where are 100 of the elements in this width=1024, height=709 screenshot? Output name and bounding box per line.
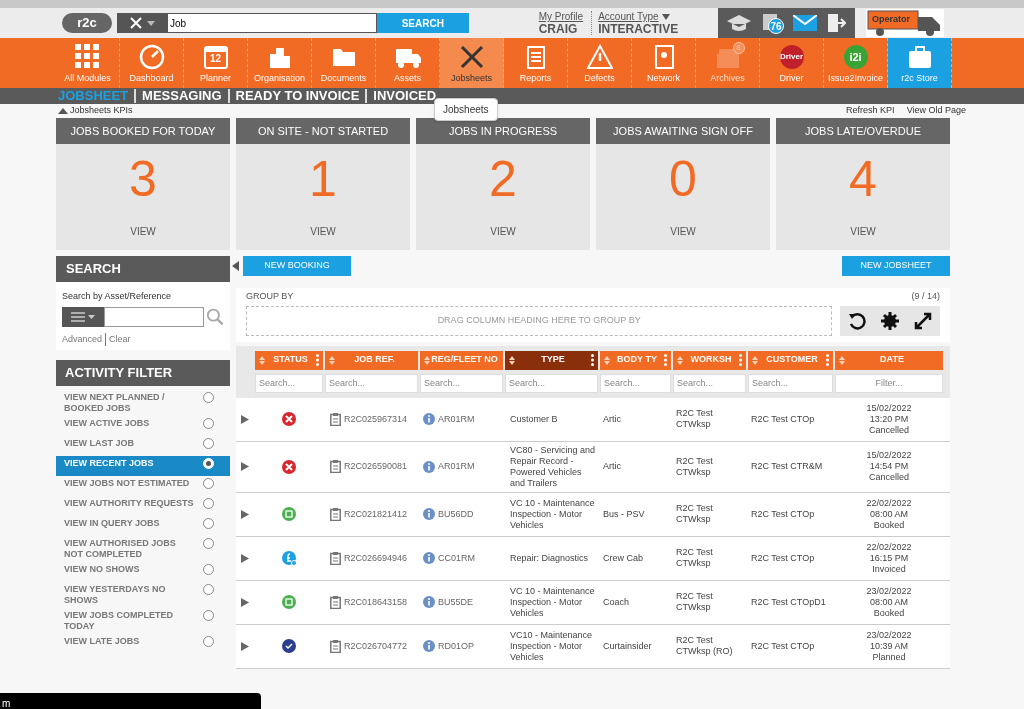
module-button[interactable]: r2c Store [888, 38, 952, 88]
filter-option[interactable]: VIEW JOBS NOT ESTIMATED [56, 476, 230, 496]
filter-option[interactable]: VIEW YESTERDAYS NO SHOWS [56, 582, 230, 608]
operator-button[interactable]: Operator [866, 9, 944, 37]
account-type-link[interactable]: Account Type [598, 11, 659, 23]
filter-option[interactable]: VIEW RECENT JOBS [56, 456, 230, 476]
module-button[interactable]: Jobsheets [440, 38, 504, 88]
column-header[interactable]: BODY TY [600, 350, 671, 370]
column-header[interactable]: CUSTOMER [748, 350, 833, 370]
clipboard-icon[interactable] [330, 551, 341, 565]
profile-link[interactable]: My Profile [538, 11, 584, 23]
logout-icon[interactable] [826, 13, 847, 33]
filter-field[interactable]: Search... [255, 373, 323, 393]
tab[interactable]: READY TO INVOICE [227, 89, 360, 103]
column-header[interactable]: REG/FLEET NO [420, 350, 503, 370]
search-icon[interactable] [205, 306, 224, 327]
filter-option[interactable]: VIEW LATE JOBS [56, 634, 230, 654]
expand-icon[interactable] [914, 311, 933, 330]
info-icon[interactable] [423, 508, 435, 520]
view-link[interactable]: VIEW [310, 224, 336, 239]
radio-button[interactable] [203, 498, 214, 509]
search-button[interactable]: SEARCH [376, 13, 469, 33]
view-link[interactable]: VIEW [670, 224, 696, 239]
view-old-page-link[interactable]: View Old Page [906, 104, 966, 118]
filter-option[interactable]: VIEW AUTHORITY REQUESTS [56, 496, 230, 516]
reg-link[interactable]: CC01RM [438, 552, 475, 564]
view-link[interactable]: VIEW [850, 224, 876, 239]
reset-icon[interactable] [847, 311, 866, 330]
column-menu-icon[interactable] [591, 354, 594, 366]
info-icon[interactable] [423, 552, 435, 564]
job-ref-link[interactable]: R2C021821412 [344, 508, 408, 520]
radio-button[interactable] [203, 584, 214, 595]
new-booking-button[interactable]: NEW BOOKING [243, 256, 351, 276]
reg-link[interactable]: BU56DD [438, 508, 474, 520]
column-header[interactable]: TYPE [505, 350, 598, 370]
info-icon[interactable] [423, 413, 435, 425]
filter-field[interactable]: Search... [325, 373, 418, 393]
settings-icon[interactable] [881, 311, 900, 330]
filter-option[interactable]: VIEW AUTHORISED JOBS NOT COMPLETED [56, 536, 230, 562]
info-icon[interactable] [423, 596, 435, 608]
filter-option[interactable]: VIEW NO SHOWS [56, 562, 230, 582]
radio-button[interactable] [203, 418, 214, 429]
clear-link[interactable]: Clear [105, 332, 131, 346]
filter-option[interactable]: VIEW LAST JOB [56, 436, 230, 456]
expand-row-icon[interactable] [241, 597, 249, 607]
radio-button[interactable] [203, 478, 214, 489]
view-link[interactable]: VIEW [130, 224, 156, 239]
filter-field[interactable]: Search... [748, 373, 833, 393]
reg-link[interactable]: AR01RM [438, 461, 475, 472]
new-jobsheet-button[interactable]: NEW JOBSHEET [842, 256, 950, 276]
mail-icon[interactable] [793, 15, 818, 31]
filter-option[interactable]: VIEW JOBS COMPLETED TODAY [56, 608, 230, 634]
job-ref-link[interactable]: R2C026704772 [344, 640, 408, 652]
filter-option[interactable]: VIEW NEXT PLANNED / BOOKED JOBS [56, 390, 230, 416]
reg-link[interactable]: BU55DE [438, 596, 473, 608]
filter-field[interactable]: Search... [673, 373, 746, 393]
clipboard-icon[interactable] [330, 507, 341, 521]
filter-field[interactable]: Search... [505, 373, 598, 393]
kpi-toggle-link[interactable]: Jobsheets KPIs [70, 104, 133, 118]
tools-dropdown[interactable] [116, 13, 167, 33]
filter-field[interactable]: Search... [420, 373, 503, 393]
asset-search-field[interactable] [103, 306, 204, 327]
collapse-icon[interactable] [232, 261, 239, 271]
expand-row-icon[interactable] [241, 462, 249, 471]
job-search-field[interactable]: Job [166, 13, 377, 33]
view-link[interactable]: VIEW [490, 224, 516, 239]
tab[interactable]: MESSAGING [134, 89, 222, 103]
job-ref-link[interactable]: R2C025967314 [344, 413, 408, 425]
clipboard-icon[interactable] [330, 460, 341, 473]
expand-row-icon[interactable] [241, 553, 249, 563]
radio-button[interactable] [203, 518, 214, 529]
column-header[interactable]: WORKSH [673, 350, 746, 370]
filter-option[interactable]: VIEW IN QUERY JOBS [56, 516, 230, 536]
expand-row-icon[interactable] [241, 509, 249, 519]
clipboard-icon[interactable] [330, 639, 341, 653]
filter-field[interactable]: Search... [600, 373, 671, 393]
job-ref-link[interactable]: R2C026694946 [344, 552, 408, 564]
clipboard-icon[interactable] [330, 595, 341, 609]
info-icon[interactable] [423, 460, 435, 473]
reg-link[interactable]: RD01OP [438, 640, 474, 652]
filter-field[interactable]: Filter... [835, 373, 943, 393]
column-header[interactable]: JOB REF. [325, 350, 418, 370]
refresh-kpi-link[interactable]: Refresh KPI [846, 104, 895, 118]
collapse-icon[interactable] [58, 108, 68, 114]
radio-button[interactable] [203, 538, 214, 549]
radio-button[interactable] [203, 564, 214, 575]
reg-link[interactable]: AR01RM [438, 413, 475, 425]
list-dropdown[interactable] [62, 306, 104, 327]
column-header[interactable]: STATUS [255, 350, 323, 370]
radio-button[interactable] [203, 636, 214, 647]
filter-option[interactable]: VIEW ACTIVE JOBS [56, 416, 230, 436]
column-header[interactable]: DATE [835, 350, 943, 370]
expand-row-icon[interactable] [241, 414, 249, 424]
job-ref-link[interactable]: R2C018643158 [344, 596, 408, 608]
graduation-cap-icon[interactable] [726, 14, 751, 32]
radio-button[interactable] [203, 610, 214, 621]
advanced-link[interactable]: Advanced [62, 332, 103, 346]
radio-button[interactable] [203, 438, 214, 449]
job-ref-link[interactable]: R2C026590081 [344, 461, 408, 472]
radio-button[interactable] [203, 392, 214, 403]
